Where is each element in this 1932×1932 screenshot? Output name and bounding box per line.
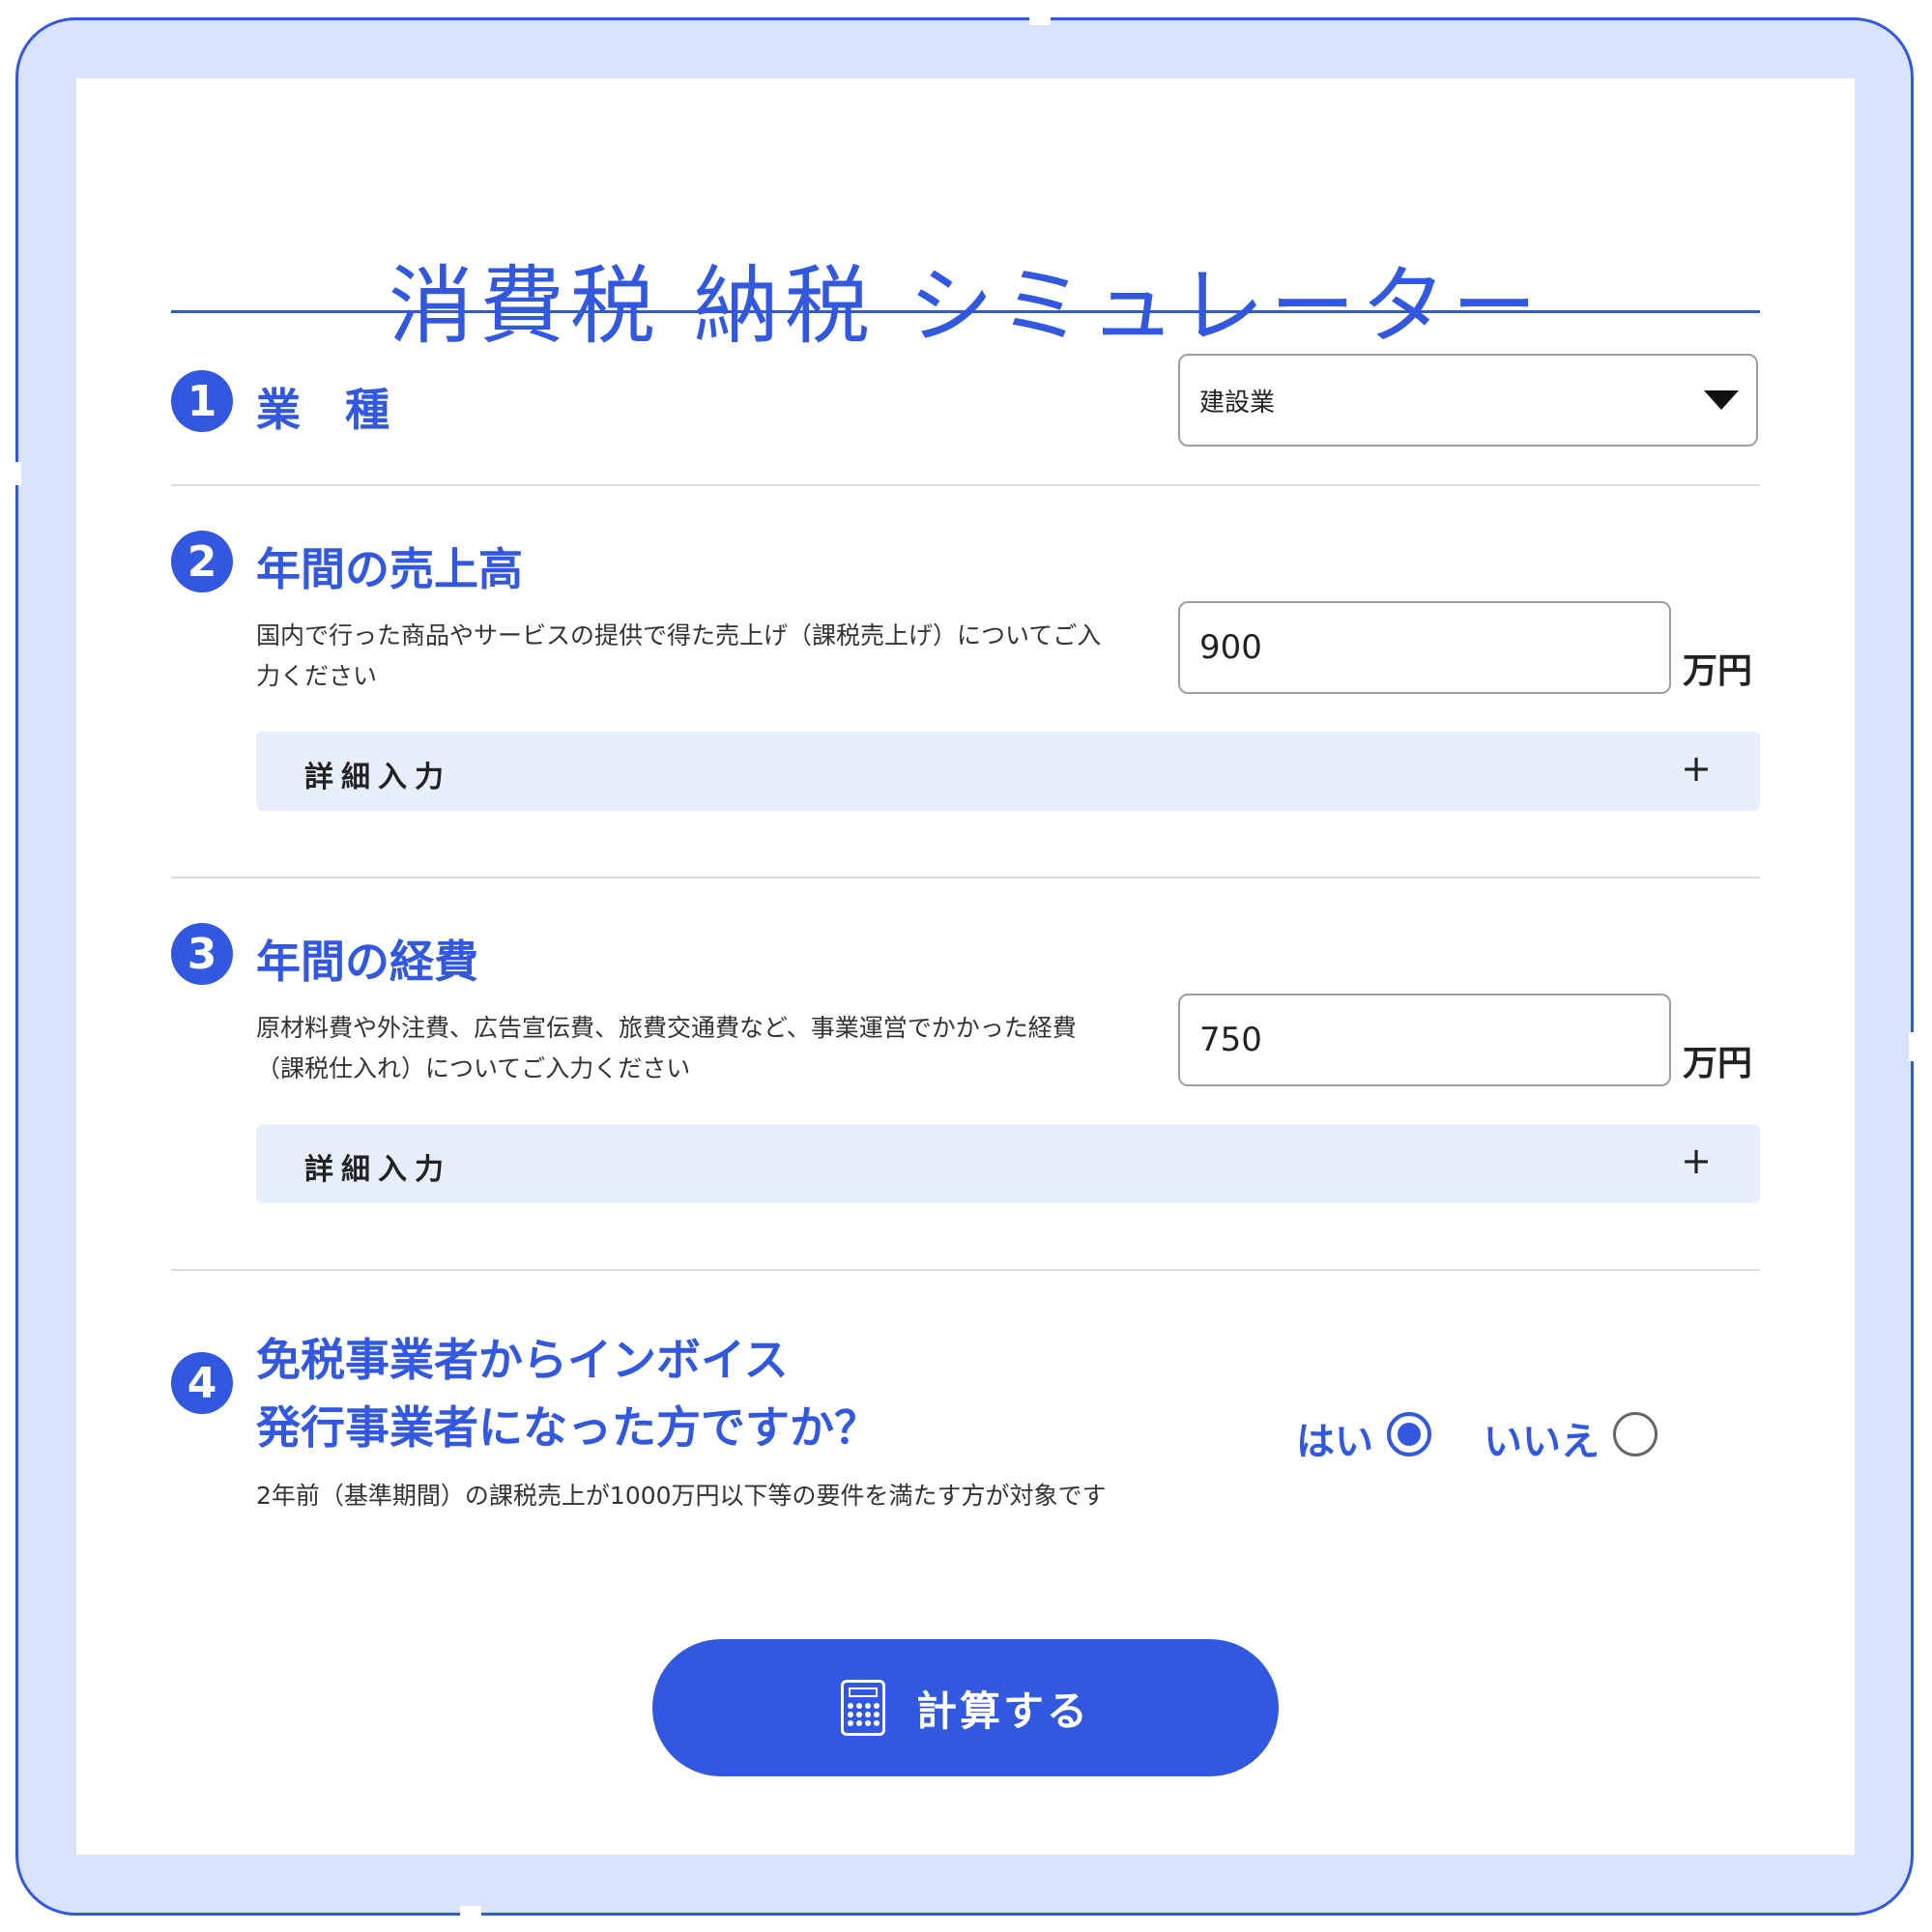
step-badge-1: 1 (171, 370, 233, 432)
dropdown-arrow-icon (1704, 390, 1739, 410)
section-divider (171, 877, 1760, 879)
radio-no-label[interactable]: いいえ (1484, 1410, 1600, 1466)
expenses-detail-label: 詳細入力 (304, 1153, 451, 1187)
sales-detail-toggle[interactable]: 詳細入力 + (256, 732, 1760, 811)
sales-heading: 年間の売上高 (256, 543, 523, 595)
calculate-button-label: 計算する (915, 1687, 1090, 1735)
expenses-heading: 年間の経費 (256, 936, 478, 988)
calculator-icon (840, 1680, 885, 1736)
sales-description: 国内で行った商品やサービスの提供で得た売上げ（課税売上げ）についてご入力ください (256, 621, 1102, 690)
section-divider (171, 1269, 1760, 1271)
industry-select[interactable]: 建設業 (1178, 354, 1758, 447)
plus-icon: + (1681, 747, 1712, 790)
industry-heading: 業 種 (256, 384, 389, 436)
industry-select-value: 建設業 (1199, 388, 1276, 418)
frame-gap (10, 462, 21, 485)
invoice-heading-line1: 免税事業者からインボイス (256, 1334, 789, 1386)
frame-gap (1029, 12, 1051, 25)
page-title: 消費税 納税 シミュレーター (388, 256, 1543, 356)
expenses-detail-toggle[interactable]: 詳細入力 + (256, 1124, 1760, 1203)
expenses-description: 原材料費や外注費、広告宣伝費、旅費交通費など、事業運営でかかった経費（課税仕入れ… (256, 1014, 1077, 1082)
calculate-button[interactable]: 計算する (652, 1639, 1279, 1776)
radio-yes-label[interactable]: はい (1296, 1410, 1373, 1466)
invoice-description: 2年前（基準期間）の課税売上が1000万円以下等の要件を満たす方が対象です (256, 1482, 1107, 1510)
title-divider (171, 310, 1760, 313)
frame-gap (460, 1906, 481, 1919)
plus-icon: + (1681, 1139, 1712, 1182)
step-badge-3: 3 (171, 923, 233, 985)
step-badge-2: 2 (171, 531, 233, 592)
frame-gap (1909, 1032, 1920, 1061)
sales-detail-label: 詳細入力 (304, 761, 451, 794)
invoice-heading-line2: 発行事業者になった方ですか？ (256, 1401, 879, 1454)
step-badge-4: 4 (171, 1352, 233, 1414)
radio-yes[interactable] (1387, 1412, 1431, 1456)
sales-unit: 万円 (1683, 651, 1753, 691)
simulator-card: 消費税 納税 シミュレーター 1 業 種 建設業 2 年間の売上高 国内で行った… (76, 78, 1855, 1855)
radio-no[interactable] (1613, 1412, 1658, 1456)
expenses-unit: 万円 (1683, 1044, 1753, 1083)
expenses-input[interactable]: 750 (1178, 994, 1671, 1086)
sales-input[interactable]: 900 (1178, 601, 1671, 694)
section-divider (171, 484, 1760, 486)
